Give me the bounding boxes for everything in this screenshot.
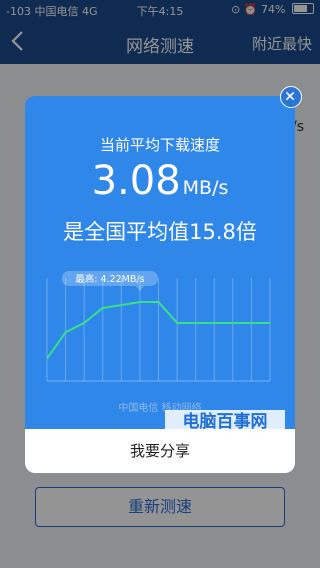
speed-value: 3.08 [91,158,181,204]
speed-readout: 3.08 MB/s [25,158,295,204]
close-icon[interactable] [280,86,302,108]
peak-label-pointer [135,285,144,291]
share-button[interactable]: 我要分享 [25,429,295,473]
peak-annotation: 最高: 4.22MB/s [61,270,158,291]
speed-chart: 最高: 4.22MB/s [46,270,271,382]
national-comparison: 是全国平均值15.8倍 [63,220,257,244]
watermark: 电脑百事网 [165,410,285,434]
peak-label: 最高: 4.22MB/s [75,273,144,285]
avg-speed-label: 当前平均下载速度 [99,136,220,154]
speed-unit: MB/s [182,177,229,199]
chart-grid [46,278,271,382]
